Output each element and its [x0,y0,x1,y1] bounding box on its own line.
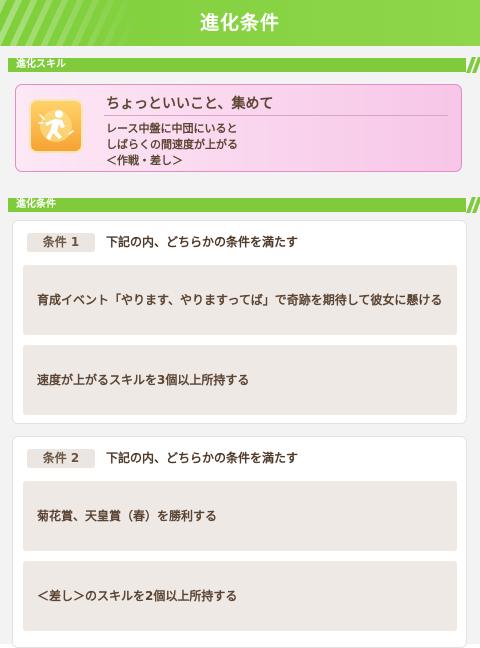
content-area: 進化スキル ちょっといいこと、集めて レース中盤に中団にいると しばらくの間速度… [0,46,480,648]
section-header-conditions: 進化条件 [8,197,480,213]
condition-card-2: 条件 2 下記の内、どちらかの条件を満たす 菊花賞、天皇賞（春）を勝利する ＜差… [12,436,467,648]
skill-name: ちょっといいこと、集めて [106,96,274,112]
section-label-conditions: 進化条件 [16,199,56,210]
condition-title: 下記の内、どちらかの条件を満たす [106,235,299,249]
condition-title: 下記の内、どちらかの条件を満たす [106,451,299,465]
running-figure-icon [29,99,83,153]
skill-description: レース中盤に中団にいると しばらくの間速度が上がる ＜作戦・差し＞ [106,121,238,169]
condition-item: 育成イベント「やります、やりますってば」で奇跡を期待して彼女に懸ける [23,265,457,335]
running-figure-icon-graphic [38,110,74,142]
condition-card-1: 条件 1 下記の内、どちらかの条件を満たす 育成イベント「やります、やりますって… [12,220,467,424]
skill-divider [104,115,448,116]
section-label-skill: 進化スキル [16,59,66,70]
condition-tag: 条件 2 [27,449,95,468]
skill-desc-line: レース中盤に中団にいると [106,122,238,135]
condition-tag: 条件 1 [27,233,95,252]
condition-item: ＜差し＞のスキルを2個以上所持する [23,561,457,631]
header-bar: 進化条件 [0,0,480,46]
skill-desc-line: しばらくの間速度が上がる [106,138,238,151]
condition-item: 速度が上がるスキルを3個以上所持する [23,345,457,415]
skill-desc-line: ＜作戦・差し＞ [106,154,183,167]
skill-card[interactable]: ちょっといいこと、集めて レース中盤に中団にいると しばらくの間速度が上がる ＜… [15,84,462,172]
condition-item: 菊花賞、天皇賞（春）を勝利する [23,481,457,551]
section-header-skill: 進化スキル [8,57,480,73]
page-title: 進化条件 [199,12,280,34]
